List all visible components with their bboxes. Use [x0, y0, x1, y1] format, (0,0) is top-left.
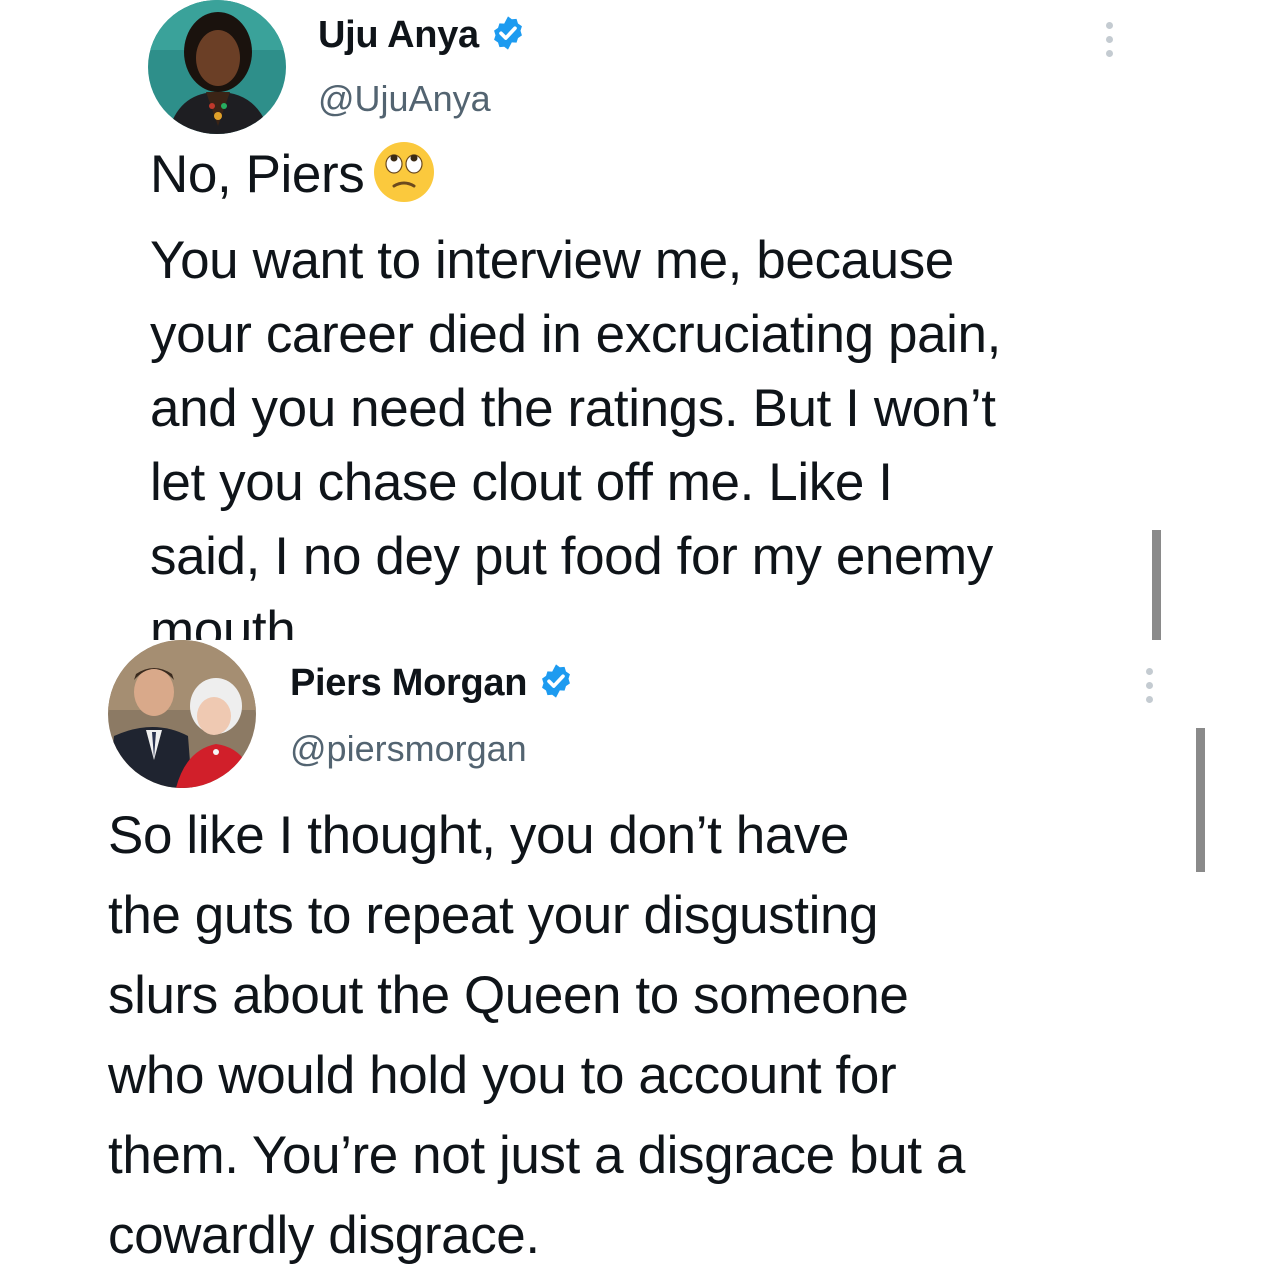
avatar[interactable]	[148, 0, 286, 134]
tweet-line: and you need the ratings. But I won’t	[150, 379, 996, 438]
handle[interactable]: @UjuAnya	[318, 78, 491, 120]
tweet-uju-anya[interactable]: Uju Anya @UjuAnya No, Piers You want to …	[0, 0, 1280, 640]
tweet-line: cowardly disgrace.	[108, 1206, 540, 1265]
verified-badge-icon	[489, 14, 527, 57]
tweet-line: You want to interview me, because	[150, 231, 954, 290]
more-options-icon[interactable]	[1146, 668, 1154, 703]
display-name[interactable]: Piers Morgan	[290, 662, 527, 705]
tweet-text: So like I thought, you don’t have the gu…	[108, 796, 965, 1276]
handle[interactable]: @piersmorgan	[290, 728, 527, 770]
tweet-line: who would hold you to account for	[108, 1046, 897, 1105]
face-with-rolling-eyes-icon	[372, 140, 436, 224]
tweet-line: slurs about the Queen to someone	[108, 966, 909, 1025]
tweet-line: No, Piers	[150, 138, 1001, 224]
tweet-line: your career died in excruciating pain,	[150, 305, 1001, 364]
tweet-line: said, I no dey put food for my enemy	[150, 527, 993, 586]
tweet-line: let you chase clout off me. Like I	[150, 453, 893, 512]
verified-badge-icon	[537, 662, 575, 705]
tweet-text: No, Piers You want to interview me, beca…	[150, 138, 1001, 640]
tweet-line: mouth.	[150, 601, 310, 640]
tweet-line: them. You’re not just a disgrace but a	[108, 1126, 965, 1185]
tweet-piers-morgan[interactable]: Piers Morgan @piersmorgan So like I thou…	[0, 640, 1280, 1280]
display-name[interactable]: Uju Anya	[318, 14, 479, 57]
scrollbar[interactable]	[1196, 728, 1205, 872]
scrollbar[interactable]	[1152, 530, 1161, 640]
avatar[interactable]	[108, 640, 256, 788]
author-name-row[interactable]: Piers Morgan	[290, 662, 575, 705]
tweet-line: So like I thought, you don’t have	[108, 806, 850, 865]
more-options-icon[interactable]	[1106, 22, 1114, 57]
author-name-row[interactable]: Uju Anya	[318, 14, 527, 57]
tweet-line: the guts to repeat your disgusting	[108, 886, 879, 945]
